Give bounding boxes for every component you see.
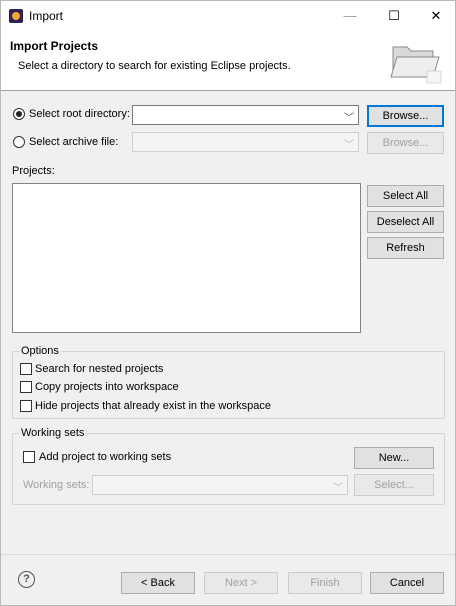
help-icon[interactable]: ? <box>18 571 35 588</box>
copy-projects-checkbox[interactable] <box>20 381 32 393</box>
page-description: Select a directory to search for existin… <box>18 60 291 72</box>
select-all-button[interactable]: Select All <box>367 185 444 207</box>
browse-archive-button[interactable]: Browse... <box>367 132 444 154</box>
working-sets-group-label: Working sets <box>19 427 87 439</box>
root-directory-combo[interactable]: ﹀ <box>132 105 359 125</box>
minimize-button[interactable]: — <box>333 1 367 31</box>
add-to-working-sets-checkbox[interactable] <box>23 451 35 463</box>
deselect-all-button[interactable]: Deselect All <box>367 211 444 233</box>
chevron-down-icon: ﹀ <box>333 483 343 494</box>
hide-existing-checkbox[interactable] <box>20 400 32 412</box>
archive-file-combo[interactable]: ﹀ <box>132 132 359 152</box>
working-sets-combo[interactable]: ﹀ <box>92 475 348 495</box>
options-group-label: Options <box>19 345 61 357</box>
close-button[interactable]: ✕ <box>419 1 453 31</box>
browse-root-button[interactable]: Browse... <box>367 105 444 127</box>
back-button[interactable]: < Back <box>121 572 195 594</box>
chevron-down-icon: ﹀ <box>344 140 354 151</box>
footer-divider <box>1 554 455 555</box>
projects-list[interactable] <box>12 183 361 333</box>
finish-button[interactable]: Finish <box>288 572 362 594</box>
select-working-sets-button[interactable]: Select... <box>354 474 434 496</box>
folder-icon <box>390 46 442 84</box>
root-directory-radio[interactable] <box>13 108 25 120</box>
import-dialog: Import — ☐ ✕ Import Projects Select a di… <box>0 0 456 606</box>
maximize-button[interactable]: ☐ <box>377 1 411 31</box>
cancel-button[interactable]: Cancel <box>370 572 444 594</box>
add-to-working-sets-label: Add project to working sets <box>39 451 172 463</box>
nested-projects-checkbox[interactable] <box>20 363 32 375</box>
eclipse-icon <box>9 9 23 23</box>
copy-projects-label: Copy projects into workspace <box>35 381 179 393</box>
refresh-button[interactable]: Refresh <box>367 237 444 259</box>
archive-file-label: Select archive file: <box>29 136 119 148</box>
window-title: Import <box>29 9 64 23</box>
page-title: Import Projects <box>10 39 99 53</box>
chevron-down-icon: ﹀ <box>344 113 354 124</box>
next-button[interactable]: Next > <box>204 572 278 594</box>
working-sets-label: Working sets: <box>23 479 90 491</box>
new-working-set-button[interactable]: New... <box>354 447 434 469</box>
title-bar[interactable]: Import — ☐ ✕ <box>1 1 455 31</box>
wizard-banner: Import Projects Select a directory to se… <box>1 31 455 91</box>
archive-file-radio[interactable] <box>13 136 25 148</box>
nested-projects-label: Search for nested projects <box>35 363 164 375</box>
root-directory-label: Select root directory: <box>29 108 130 120</box>
projects-label: Projects: <box>12 165 55 177</box>
hide-existing-label: Hide projects that already exist in the … <box>35 400 272 412</box>
